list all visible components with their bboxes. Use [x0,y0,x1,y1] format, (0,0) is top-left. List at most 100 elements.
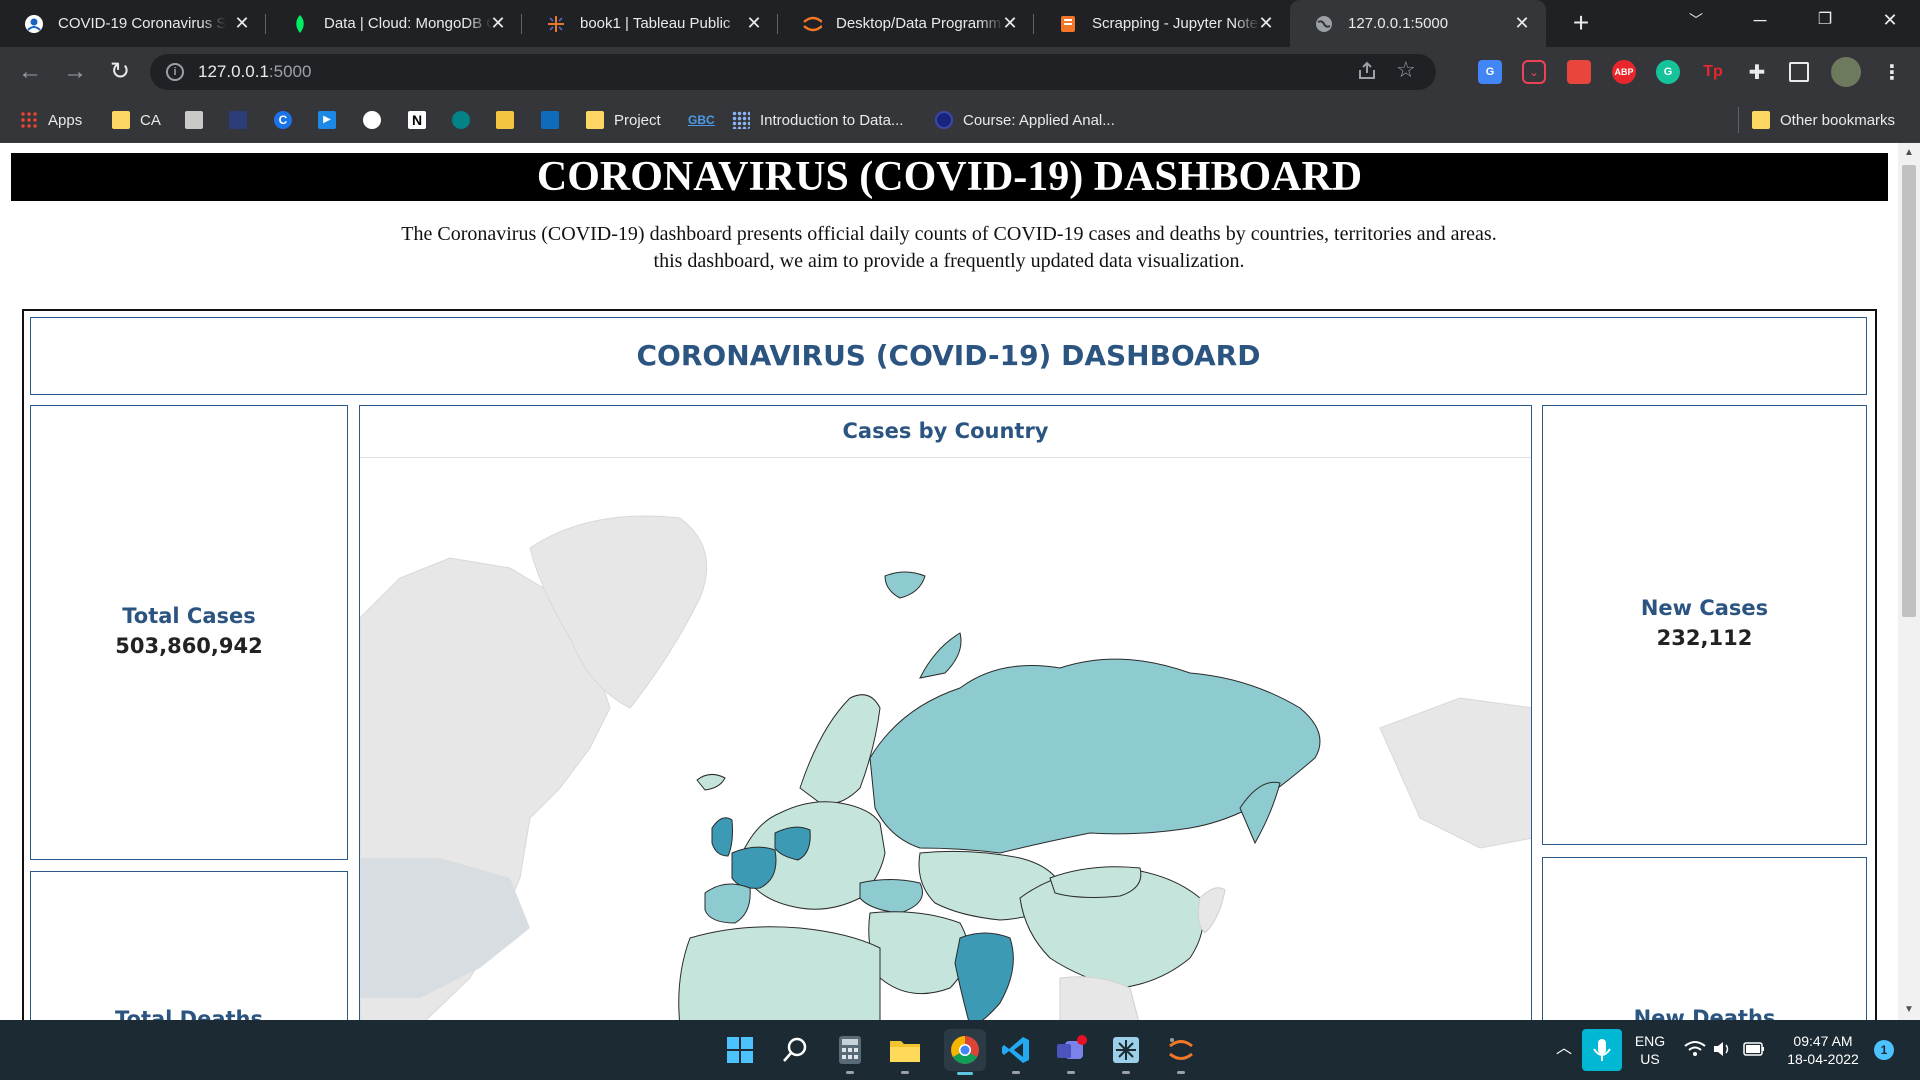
running-indicator [1122,1071,1130,1074]
tab-title: COVID-19 Coronavirus St [58,15,226,32]
tableau-dashboard[interactable]: CORONAVIRUS (COVID-19) DASHBOARD Total C… [22,309,1877,1020]
new-cases-value: 232,112 [1656,626,1753,650]
tab-tableau[interactable]: book1 | Tableau Public ✕ [522,0,778,47]
bookmark-doc[interactable] [185,109,213,131]
teams-icon[interactable] [1055,1034,1087,1074]
vscode-icon[interactable] [1000,1034,1032,1074]
sidebar-icon[interactable] [1789,62,1809,82]
close-tab-icon[interactable]: ✕ [744,13,764,33]
clock-time: 09:47 AM [1793,1033,1853,1049]
language-code: ENG [1634,1033,1666,1049]
scroll-down-icon[interactable]: ▼ [1903,1004,1915,1016]
snipping-icon[interactable] [1110,1034,1142,1074]
bookmark-other[interactable]: Other bookmarks [1752,109,1895,131]
search-icon[interactable] [779,1034,811,1066]
calculator-icon[interactable] [834,1034,866,1074]
new-tab-button[interactable]: + [1566,9,1596,39]
tray-chevron-icon[interactable]: ︿ [1556,1040,1572,1058]
notification-badge[interactable]: 1 [1874,1040,1894,1060]
share-icon[interactable] [1356,60,1378,82]
language-region: US [1640,1051,1660,1067]
close-tab-icon[interactable]: ✕ [232,13,252,33]
tab-covid-stats[interactable]: COVID-19 Coronavirus St ✕ [0,0,266,47]
microphone-icon[interactable] [1582,1029,1622,1071]
battery-icon[interactable] [1742,1040,1766,1062]
bookmark-label: Other bookmarks [1780,111,1896,129]
minimize-icon[interactable]: ─ [1730,0,1790,40]
close-tab-icon[interactable]: ✕ [1000,13,1020,33]
bookmark-red-icon[interactable] [1567,60,1591,84]
close-tab-icon[interactable]: ✕ [1256,13,1276,33]
bookmark-outlook[interactable] [541,109,569,131]
cases-by-country-map[interactable]: Cases by Country [359,405,1532,1020]
forward-arrow-icon[interactable]: → [61,58,89,86]
middle-east-shape[interactable] [868,911,969,995]
bookmark-blue[interactable] [229,109,257,131]
url-text[interactable]: 127.0.0.1:5000 [198,62,311,82]
tab-localhost[interactable]: 127.0.0.1:5000 ✕ [1290,0,1546,47]
address-bar[interactable]: i 127.0.0.1:5000 ☆ [150,54,1436,90]
page-scrollbar[interactable]: ▲ ▼ [1898,143,1920,1020]
total-deaths-card[interactable]: Total Deaths [30,871,348,1020]
world-map[interactable] [360,458,1532,1020]
google-translate-icon[interactable]: G [1478,60,1502,84]
bookmark-course[interactable]: Course: Applied Anal... [935,109,1115,131]
uk-shape[interactable] [711,817,733,857]
total-cases-value: 503,860,942 [115,634,263,658]
map-title: Cases by Country [360,406,1531,458]
profile-avatar[interactable] [1831,57,1861,87]
bookmark-label: Introduction to Data... [760,111,904,129]
tab-jupyter-desktop[interactable]: Desktop/Data Programm ✕ [778,0,1034,47]
blue-square-icon [229,111,247,129]
grammarly-icon[interactable]: G [1656,60,1680,84]
tab-title: Data | Cloud: MongoDB C [324,15,492,32]
close-window-icon[interactable]: ✕ [1860,0,1920,40]
bookmark-ca[interactable]: CA [112,109,161,131]
new-cases-card[interactable]: New Cases 232,112 [1542,405,1867,845]
bookmark-intro-data[interactable]: Introduction to Data... [732,109,903,131]
tab-jupyter-notebook[interactable]: Scrapping - Jupyter Note ✕ [1034,0,1290,47]
bookmark-play[interactable]: ▶ [318,109,346,131]
bookmark-project[interactable]: Project [586,109,661,131]
scroll-up-icon[interactable]: ▲ [1903,147,1915,159]
bookmark-notion[interactable]: N [408,109,436,131]
scrollbar-thumb[interactable] [1902,165,1916,617]
reload-icon[interactable]: ↻ [106,58,134,86]
restore-icon[interactable]: ❐ [1795,0,1855,40]
bookmark-pencil[interactable] [496,109,524,131]
adblock-plus-icon[interactable]: ABP [1612,60,1636,84]
file-explorer-icon[interactable] [889,1034,921,1074]
site-info-icon[interactable]: i [166,63,184,81]
close-tab-icon[interactable]: ✕ [1512,13,1532,33]
north-africa-shape[interactable] [678,926,881,1020]
new-deaths-card[interactable]: New Deaths [1542,857,1867,1020]
clock-date: 18-04-2022 [1787,1051,1859,1067]
tp-icon[interactable]: Tp [1701,60,1725,84]
bookmark-apps[interactable]: Apps [20,109,82,131]
windows-start-icon[interactable] [724,1034,756,1066]
wifi-icon[interactable] [1684,1040,1706,1062]
windows-taskbar: ︿ ENG US 09:47 AM 18-04-2022 1 [0,1020,1920,1080]
pocket-icon[interactable]: ⌄ [1522,60,1546,84]
bookmark-gbc[interactable]: GBC [688,109,715,131]
close-tab-icon[interactable]: ✕ [488,13,508,33]
bookmark-label: Project [614,111,661,129]
more-menu-icon[interactable]: ⋮ [1880,60,1904,84]
intro-line-2: this dashboard, we aim to provide a freq… [653,250,1245,272]
bookmark-star-icon[interactable]: ☆ [1396,58,1420,82]
puzzle-icon[interactable]: ✚ [1745,60,1769,84]
bookmarks-divider [1738,107,1739,133]
jupyter-taskbar-icon[interactable] [1165,1034,1197,1074]
total-cases-card[interactable]: Total Cases 503,860,942 [30,405,348,860]
bookmark-github[interactable] [363,109,391,131]
clock[interactable]: 09:47 AM 18-04-2022 [1776,1032,1870,1068]
bookmark-sharepoint[interactable] [452,109,480,131]
volume-icon[interactable] [1712,1040,1734,1062]
running-indicator [957,1072,973,1075]
tab-search-chevron-icon[interactable]: ﹀ [1666,0,1726,40]
tab-mongodb[interactable]: Data | Cloud: MongoDB C ✕ [266,0,522,47]
chrome-icon[interactable] [944,1029,986,1075]
language-indicator[interactable]: ENG US [1632,1032,1668,1068]
bookmark-c[interactable]: C [274,109,302,131]
back-arrow-icon[interactable]: ← [16,58,44,86]
